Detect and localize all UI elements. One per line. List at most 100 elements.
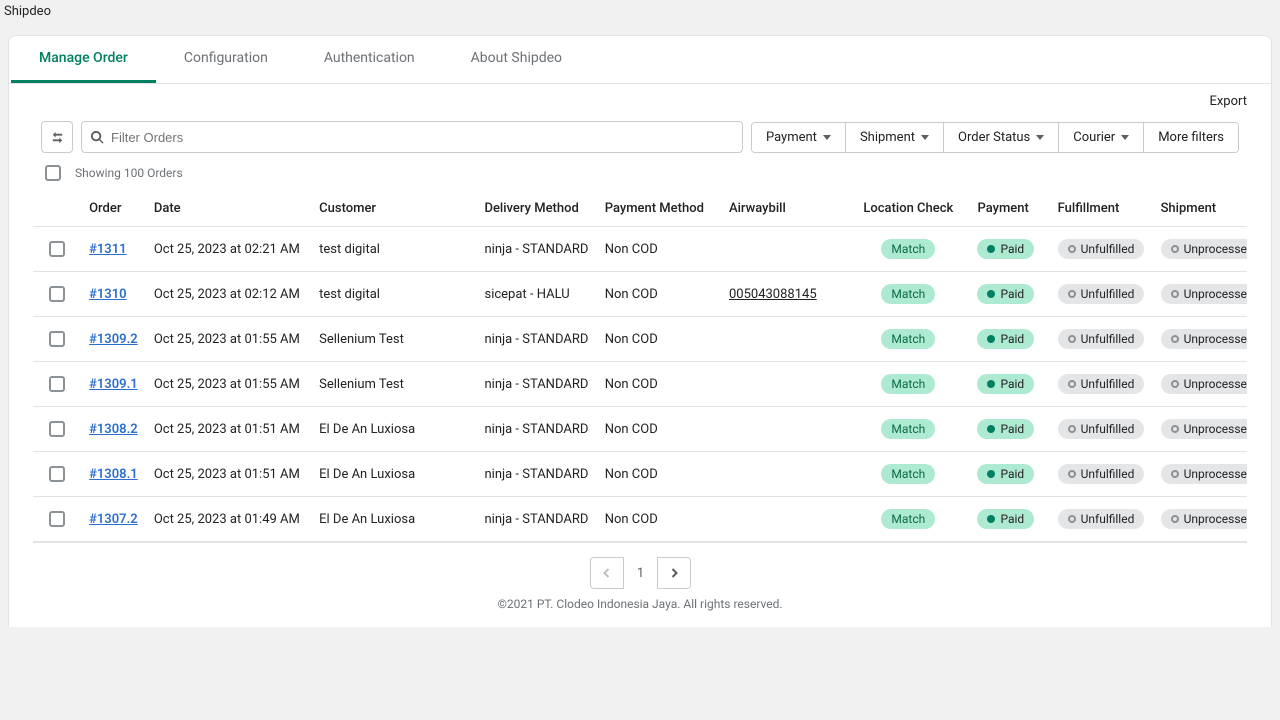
- col-customer[interactable]: Customer: [311, 191, 476, 227]
- tab-configuration[interactable]: Configuration: [156, 36, 296, 83]
- filter-courier[interactable]: Courier: [1059, 123, 1144, 152]
- cell-payment-method: Non COD: [597, 362, 721, 407]
- order-link[interactable]: #1311: [89, 242, 126, 257]
- location-badge: Match: [881, 374, 935, 394]
- cell-customer: El De An Luxiosa: [311, 452, 476, 497]
- col-airwaybill[interactable]: Airwaybill: [721, 191, 847, 227]
- order-link[interactable]: #1309.2: [89, 332, 138, 347]
- col-order[interactable]: Order: [81, 191, 146, 227]
- orders-table-scroll[interactable]: Order Date Customer Delivery Method Paym…: [33, 191, 1247, 543]
- shipment-badge: Unprocessed: [1161, 284, 1247, 304]
- row-checkbox[interactable]: [49, 466, 65, 482]
- location-badge: Match: [881, 239, 935, 259]
- cell-airwaybill: [721, 362, 847, 407]
- fulfillment-badge: Unfulfilled: [1058, 329, 1145, 349]
- location-badge: Match: [881, 284, 935, 304]
- cell-airwaybill: [721, 452, 847, 497]
- search-field[interactable]: [81, 121, 743, 153]
- airwaybill-link[interactable]: 005043088145: [729, 287, 817, 302]
- cell-payment-method: Non COD: [597, 452, 721, 497]
- row-checkbox[interactable]: [49, 331, 65, 347]
- payment-badge: Paid: [977, 419, 1034, 439]
- orders-table: Order Date Customer Delivery Method Paym…: [33, 191, 1247, 542]
- refresh-button[interactable]: [41, 121, 73, 153]
- col-fulfillment[interactable]: Fulfillment: [1050, 191, 1153, 227]
- table-row: #1308.1 Oct 25, 2023 at 01:51 AM El De A…: [33, 452, 1247, 497]
- payment-badge: Paid: [977, 239, 1034, 259]
- prev-page-button[interactable]: [590, 557, 624, 589]
- chevron-left-icon: [602, 568, 612, 578]
- order-link[interactable]: #1308.2: [89, 422, 138, 437]
- cell-date: Oct 25, 2023 at 01:51 AM: [146, 407, 311, 452]
- col-payment[interactable]: Payment: [969, 191, 1049, 227]
- order-link[interactable]: #1307.2: [89, 512, 138, 527]
- fulfillment-badge: Unfulfilled: [1058, 509, 1145, 529]
- fulfillment-badge: Unfulfilled: [1058, 374, 1145, 394]
- col-delivery-method[interactable]: Delivery Method: [476, 191, 596, 227]
- order-link[interactable]: #1310: [89, 287, 126, 302]
- col-payment-method[interactable]: Payment Method: [597, 191, 721, 227]
- row-checkbox[interactable]: [49, 241, 65, 257]
- tabs: Manage Order Configuration Authenticatio…: [9, 36, 1271, 84]
- chevron-down-icon: [823, 135, 831, 140]
- cell-payment-method: Non COD: [597, 272, 721, 317]
- cell-date: Oct 25, 2023 at 01:55 AM: [146, 362, 311, 407]
- cell-airwaybill: [721, 317, 847, 362]
- cell-date: Oct 25, 2023 at 01:49 AM: [146, 497, 311, 542]
- filter-payment[interactable]: Payment: [752, 123, 846, 152]
- col-location-check[interactable]: Location Check: [847, 191, 969, 227]
- shipment-badge: Unprocessed: [1161, 239, 1247, 259]
- fulfillment-badge: Unfulfilled: [1058, 239, 1145, 259]
- next-page-button[interactable]: [657, 557, 691, 589]
- cell-date: Oct 25, 2023 at 01:55 AM: [146, 317, 311, 362]
- chevron-right-icon: [669, 568, 679, 578]
- cell-customer: Sellenium Test: [311, 362, 476, 407]
- select-all-checkbox[interactable]: [45, 165, 61, 181]
- export-button[interactable]: Export: [1209, 90, 1247, 113]
- tab-manage-order[interactable]: Manage Order: [11, 36, 156, 83]
- tab-about-shipdeo[interactable]: About Shipdeo: [443, 36, 590, 83]
- cell-payment-method: Non COD: [597, 227, 721, 272]
- table-row: #1310 Oct 25, 2023 at 02:12 AM test digi…: [33, 272, 1247, 317]
- row-checkbox[interactable]: [49, 511, 65, 527]
- shipment-badge: Unprocessed: [1161, 509, 1247, 529]
- filter-order-status[interactable]: Order Status: [944, 123, 1059, 152]
- payment-badge: Paid: [977, 284, 1034, 304]
- cell-delivery: ninja - STANDARD: [476, 227, 596, 272]
- location-badge: Match: [881, 509, 935, 529]
- cell-airwaybill: [721, 227, 847, 272]
- cell-delivery: ninja - STANDARD: [476, 452, 596, 497]
- row-checkbox[interactable]: [49, 421, 65, 437]
- fulfillment-badge: Unfulfilled: [1058, 419, 1145, 439]
- location-badge: Match: [881, 329, 935, 349]
- filter-shipment[interactable]: Shipment: [846, 123, 944, 152]
- pagination: 1: [9, 543, 1271, 593]
- order-link[interactable]: #1308.1: [89, 467, 138, 482]
- cell-customer: El De An Luxiosa: [311, 407, 476, 452]
- search-input[interactable]: [105, 130, 734, 145]
- chevron-down-icon: [1121, 135, 1129, 140]
- col-shipment[interactable]: Shipment: [1153, 191, 1247, 227]
- cell-airwaybill: 005043088145: [721, 272, 847, 317]
- cell-payment-method: Non COD: [597, 407, 721, 452]
- row-checkbox[interactable]: [49, 376, 65, 392]
- row-checkbox[interactable]: [49, 286, 65, 302]
- more-filters-button[interactable]: More filters: [1144, 123, 1238, 152]
- tab-authentication[interactable]: Authentication: [296, 36, 443, 83]
- cell-date: Oct 25, 2023 at 01:51 AM: [146, 452, 311, 497]
- swap-icon: [50, 130, 65, 145]
- table-row: #1308.2 Oct 25, 2023 at 01:51 AM El De A…: [33, 407, 1247, 452]
- shipment-badge: Unprocessed: [1161, 464, 1247, 484]
- table-row: #1307.2 Oct 25, 2023 at 01:49 AM El De A…: [33, 497, 1247, 542]
- orders-count: Showing 100 Orders: [75, 166, 183, 180]
- order-link[interactable]: #1309.1: [89, 377, 138, 392]
- table-row: #1311 Oct 25, 2023 at 02:21 AM test digi…: [33, 227, 1247, 272]
- cell-delivery: ninja - STANDARD: [476, 362, 596, 407]
- cell-date: Oct 25, 2023 at 02:12 AM: [146, 272, 311, 317]
- location-badge: Match: [881, 464, 935, 484]
- search-icon: [90, 130, 105, 145]
- chevron-down-icon: [1036, 135, 1044, 140]
- fulfillment-badge: Unfulfilled: [1058, 464, 1145, 484]
- cell-airwaybill: [721, 497, 847, 542]
- col-date[interactable]: Date: [146, 191, 311, 227]
